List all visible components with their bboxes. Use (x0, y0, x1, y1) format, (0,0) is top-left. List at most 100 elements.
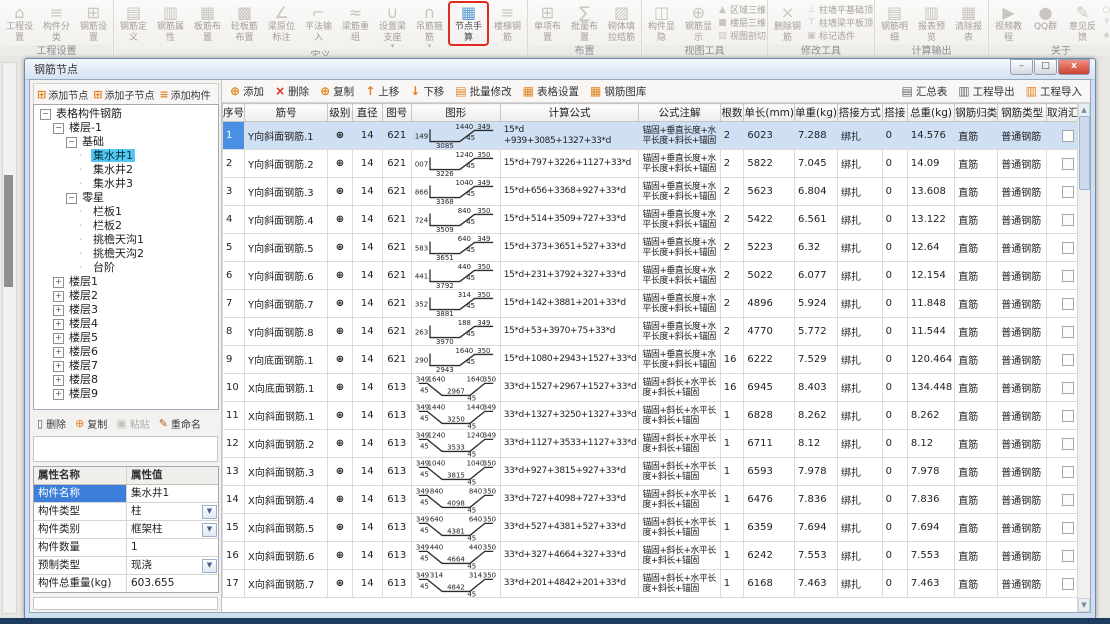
scroll-down-icon[interactable]: ▼ (1078, 598, 1090, 612)
ribbon-item-beam-rebar-regroup[interactable]: ≈梁筋重组 (337, 2, 374, 45)
property-row[interactable]: 构件总重量(kg)603.655 (34, 575, 218, 592)
ribbon-item-column-wall-beam-slab-top[interactable]: ⊤柱墙梁平板顶 (806, 16, 873, 29)
table-row[interactable]: 14X向斜面钢筋.4⊕146133498404098840350454533*d… (223, 486, 1090, 514)
table-row[interactable]: 7Y向斜面钢筋.7⊕1462135238813144535015*d+142+3… (223, 290, 1090, 318)
table-row[interactable]: 3Y向斜面钢筋.3⊕14621866336810404534915*d+656+… (223, 178, 1090, 206)
property-row[interactable]: 构件名称集水井1 (34, 485, 218, 503)
property-row[interactable]: 构件数量1 (34, 539, 218, 557)
expand-icon[interactable]: + (53, 319, 64, 330)
column-header[interactable]: 根数 (720, 104, 744, 122)
ribbon-item-stair-rebar[interactable]: ≡楼梯钢筋 (489, 2, 526, 45)
cancel-summary-checkbox[interactable] (1062, 550, 1074, 562)
maximize-button[interactable]: □ (1034, 59, 1057, 75)
background-scrollbar[interactable] (2, 62, 17, 614)
column-header[interactable]: 直径 (352, 104, 382, 122)
table-row[interactable]: 11X向斜面钢筋.1⊕14613349144032501440349454533… (223, 402, 1090, 430)
property-row[interactable]: 预制类型现浇▼ (34, 557, 218, 575)
cancel-summary-checkbox[interactable] (1062, 326, 1074, 338)
scroll-up-icon[interactable]: ▲ (1078, 103, 1090, 117)
ribbon-item-help[interactable]: ?帮助 (1101, 16, 1110, 29)
ribbon-item-single-layout[interactable]: ⊞单项布置 (529, 2, 566, 45)
close-button[interactable]: x (1058, 59, 1090, 75)
ribbon-item-feedback[interactable]: ✎意见反馈 (1064, 2, 1101, 45)
expand-icon[interactable]: + (53, 389, 64, 400)
cancel-summary-checkbox[interactable] (1062, 298, 1074, 310)
ribbon-item-project-settings[interactable]: ⌂工程设置 (1, 2, 38, 45)
ribbon-item-report-preview[interactable]: ▥报表预览 (913, 2, 950, 45)
tree-item-楼层6[interactable]: +楼层6 (37, 345, 218, 359)
table-row[interactable]: 8Y向斜面钢筋.8⊕1462126339701884534915*d+53+39… (223, 318, 1090, 346)
table-row[interactable]: 17X向斜面钢筋.7⊕146133493144842314350454533*d… (223, 570, 1090, 598)
tree-item-楼层4[interactable]: +楼层4 (37, 317, 218, 331)
ribbon-item-component-classify[interactable]: ≡构件分类 (38, 2, 75, 45)
expand-icon[interactable]: + (53, 277, 64, 288)
chevron-down-icon[interactable]: ▼ (202, 523, 217, 537)
ribbon-item-region-3d[interactable]: ▲区域三维 (717, 3, 766, 16)
tree-item-楼层7[interactable]: +楼层7 (37, 359, 218, 373)
ribbon-item-rebar-display[interactable]: ⊕钢筋显示 (680, 2, 717, 45)
table-row[interactable]: 10X向底面钢筋.1⊕14613349164029671640350454533… (223, 374, 1090, 402)
ribbon-item-about[interactable]: ○关于 (1101, 3, 1110, 16)
table-row[interactable]: 9Y向底面钢筋.1⊕146211290294316404535015*d+108… (223, 346, 1090, 374)
cancel-summary-checkbox[interactable] (1062, 354, 1074, 366)
ribbon-item-hanger-stirrup[interactable]: ∩吊筋箍筋▾ (411, 2, 448, 50)
expand-icon[interactable]: + (53, 347, 64, 358)
ribbon-item-clear-report[interactable]: ▦清除报表 (950, 2, 987, 45)
column-header[interactable]: 计算公式 (500, 104, 639, 122)
property-value[interactable]: 现浇▼ (127, 557, 218, 574)
ribbon-item-node-manual-calc[interactable]: ▦节点手算 (448, 1, 489, 46)
expand-icon[interactable]: + (53, 361, 64, 372)
delete-button[interactable]: ×删除 (275, 84, 309, 99)
property-value[interactable]: 柱▼ (127, 503, 218, 520)
ribbon-item-mark-selection[interactable]: ▣标记选件 (806, 29, 873, 42)
expand-icon[interactable]: + (53, 333, 64, 344)
property-value[interactable]: 框架柱▼ (127, 521, 218, 538)
column-header[interactable]: 搭接 (882, 104, 907, 122)
table-row[interactable]: 12X向斜面钢筋.2⊕14613349124035331240349454533… (223, 430, 1090, 458)
tree-item-楼层5[interactable]: +楼层5 (37, 331, 218, 345)
column-header[interactable]: 序号 (223, 104, 245, 122)
tree-item-楼层-1[interactable]: −楼层-1 (37, 121, 218, 135)
table-settings-button[interactable]: ▦表格设置 (523, 84, 579, 99)
tree-item-楼层2[interactable]: +楼层2 (37, 289, 218, 303)
cancel-summary-checkbox[interactable] (1062, 186, 1074, 198)
ribbon-item-concrete-slab-rebar-layout[interactable]: ▩砼板筋布置 (226, 2, 263, 45)
table-scrollbar-thumb[interactable] (1079, 116, 1090, 190)
ribbon-item-view-section[interactable]: ▧视图剖切 (717, 29, 766, 42)
property-value[interactable]: 1 (127, 539, 218, 556)
ribbon-item-rebar-detail[interactable]: ▤钢筋明细 (876, 2, 913, 45)
tree-item-栏板1[interactable]: ·栏板1 (37, 205, 218, 219)
add-child-node-button[interactable]: ⊞添加子节点 (93, 87, 154, 102)
ribbon-item-license[interactable]: ∗授权 (1101, 29, 1110, 42)
tree-item-集水井1[interactable]: ·集水井1 (37, 149, 218, 163)
property-value[interactable]: 集水井1 (127, 485, 218, 502)
copy-button[interactable]: ⊕复制 (75, 416, 107, 431)
column-header[interactable]: 公式注解 (639, 104, 720, 122)
ribbon-item-qq-group[interactable]: ●QQ群 (1027, 2, 1064, 34)
expand-icon[interactable]: + (53, 375, 64, 386)
copy-button[interactable]: ⊕复制 (320, 84, 354, 99)
tree-item-挑檐天沟1[interactable]: ·挑檐天沟1 (37, 233, 218, 247)
column-header[interactable]: 图号 (382, 104, 411, 122)
cancel-summary-checkbox[interactable] (1062, 130, 1074, 142)
rename-button[interactable]: ✎重命名 (159, 416, 201, 431)
expand-icon[interactable]: + (53, 291, 64, 302)
column-header[interactable]: 单重(kg) (795, 104, 838, 122)
ribbon-item-video-tutorial[interactable]: ▶视频教程 (990, 2, 1027, 45)
tree-item-楼层9[interactable]: +楼层9 (37, 387, 218, 401)
ribbon-item-masonry-tie-rebar[interactable]: ▨砌体填拉结筋 (603, 2, 640, 45)
tree-item-楼层3[interactable]: +楼层3 (37, 303, 218, 317)
ribbon-item-beam-insitu-annotation[interactable]: ∠梁原位标注 (263, 2, 300, 45)
column-header[interactable]: 钢筋归类 (955, 104, 998, 122)
tree-item-集水井3[interactable]: ·集水井3 (37, 177, 218, 191)
ribbon-item-rebar-properties[interactable]: ▥钢筋属性 (152, 2, 189, 45)
property-row[interactable]: 构件类别框架柱▼ (34, 521, 218, 539)
tree-item-栏板2[interactable]: ·栏板2 (37, 219, 218, 233)
cancel-summary-checkbox[interactable] (1062, 410, 1074, 422)
table-scrollbar[interactable]: ▲ ▼ (1077, 103, 1090, 612)
collapse-icon[interactable]: − (40, 109, 51, 120)
tree-item-楼层8[interactable]: +楼层8 (37, 373, 218, 387)
table-row[interactable]: 5Y向斜面钢筋.5⊕1462158336516404534915*d+373+3… (223, 234, 1090, 262)
cancel-summary-checkbox[interactable] (1062, 158, 1074, 170)
tree-item-楼层1[interactable]: +楼层1 (37, 275, 218, 289)
